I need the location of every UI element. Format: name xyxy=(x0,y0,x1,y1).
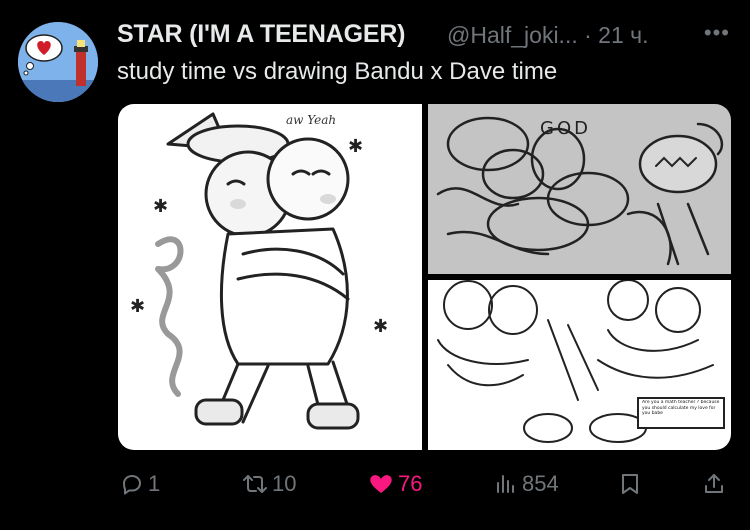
tweet-time[interactable]: · 21 ч. xyxy=(584,22,648,48)
svg-text:✱: ✱ xyxy=(153,196,168,217)
views-icon xyxy=(497,475,514,493)
media-grid: ✱ ✱ ✱ ✱ aw Yeah GOD Are you a math teach… xyxy=(118,104,731,450)
media-image-top-right[interactable]: GOD xyxy=(428,104,731,274)
bookmark-icon xyxy=(622,474,638,494)
like-button[interactable]: 76 xyxy=(368,466,422,502)
media-image-bottom-right[interactable]: Are you a math teacher ? because you sho… xyxy=(428,280,731,450)
views-button[interactable]: 854 xyxy=(494,466,559,502)
reply-icon xyxy=(123,475,141,495)
views-count: 854 xyxy=(522,471,559,496)
tweet-text: study time vs drawing Bandu x Dave time xyxy=(117,58,558,85)
media-image-left[interactable]: ✱ ✱ ✱ ✱ aw Yeah xyxy=(118,104,422,450)
left-image-caption: aw Yeah xyxy=(286,113,336,127)
bookmark-button[interactable] xyxy=(619,466,641,502)
tweet-actions: 1 10 76 854 xyxy=(117,466,737,502)
handle-text[interactable]: @Half_joki... xyxy=(447,22,578,48)
reply-count: 1 xyxy=(148,471,161,496)
svg-text:✱: ✱ xyxy=(373,316,388,337)
like-count: 76 xyxy=(398,471,423,496)
reply-button[interactable]: 1 xyxy=(120,466,160,502)
svg-text:✱: ✱ xyxy=(348,136,363,157)
repost-count: 10 xyxy=(272,471,297,496)
heart-icon xyxy=(370,475,392,493)
avatar[interactable] xyxy=(18,22,98,102)
more-icon[interactable]: ••• xyxy=(704,20,730,46)
top-right-caption: GOD xyxy=(540,118,591,139)
svg-text:✱: ✱ xyxy=(130,296,145,317)
author-name[interactable]: STAR (I'M A TEENAGER) xyxy=(117,20,406,49)
share-button[interactable] xyxy=(702,466,726,502)
repost-icon xyxy=(243,475,267,493)
speech-bubble: Are you a math teacher ? because you sho… xyxy=(642,400,720,416)
author-handle[interactable]: @Half_joki... · 21 ч. xyxy=(447,22,649,49)
repost-button[interactable]: 10 xyxy=(242,466,296,502)
share-icon xyxy=(705,474,723,493)
tweet-header: STAR (I'M A TEENAGER) @Half_joki... · 21… xyxy=(117,20,730,50)
